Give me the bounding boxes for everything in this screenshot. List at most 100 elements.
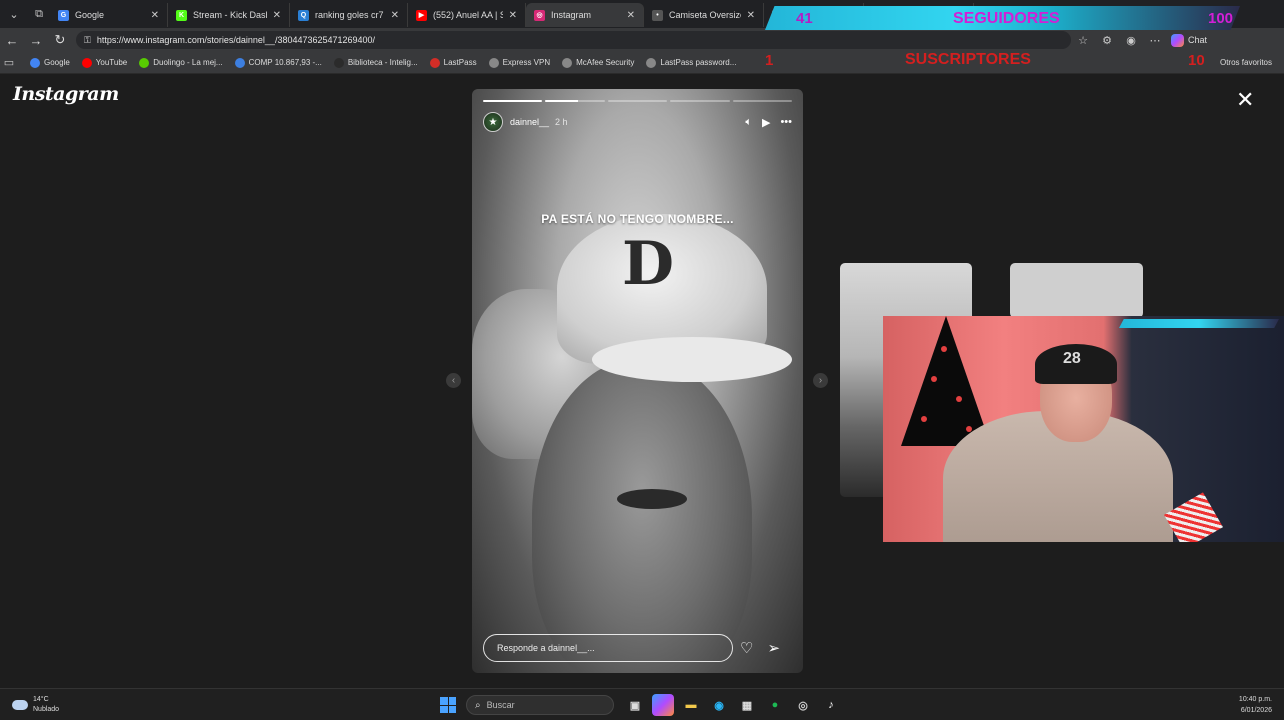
address-bar-row: ← → ↻ ⚿ https://www.instagram.com/storie… — [0, 28, 1284, 52]
url-field[interactable]: ⚿ https://www.instagram.com/stories/dain… — [76, 31, 1071, 49]
bookmark-label: Express VPN — [502, 58, 551, 67]
instagram-logo[interactable]: Instagram — [13, 83, 119, 105]
bookmark-item[interactable]: COMP 10.867,93 -... — [234, 57, 322, 68]
bing-search-icon: Q — [298, 9, 309, 21]
chat-label: Chat — [1188, 35, 1208, 45]
followers-goal: 100 — [1208, 10, 1234, 27]
site-info-icon[interactable]: ⚿ — [84, 35, 91, 46]
story-progress-segment — [732, 100, 793, 102]
bookmarks-bar: ▭ Google YouTube Duolingo - La mej... COMP … — [0, 52, 1284, 74]
task-view-icon[interactable]: ▣ — [624, 694, 646, 716]
christmas-tree — [901, 316, 991, 446]
system-clock[interactable]: 10:40 p.m. 6/01/2026 — [1239, 694, 1272, 716]
other-favorites[interactable]: Otros favoritos — [1220, 58, 1272, 67]
tab-close-icon[interactable]: ✕ — [747, 10, 755, 21]
previous-story-arrow[interactable]: ‹ — [446, 373, 461, 388]
bookmark-item[interactable]: LastPass password... — [646, 57, 737, 68]
bookmark-item[interactable]: Google — [30, 57, 70, 68]
forward-button[interactable]: → — [24, 33, 48, 48]
bookmark-label: LastPass password... — [660, 58, 737, 67]
tab-close-icon[interactable]: ✕ — [391, 10, 399, 21]
search-icon: ⌕ — [475, 699, 481, 711]
bookmark-favicon-icon — [488, 57, 499, 68]
tab-actions-button[interactable]: ⌄ — [3, 3, 25, 25]
bookmark-item[interactable]: McAfee Security — [562, 57, 635, 68]
story-progress-bar — [483, 100, 793, 102]
copilot-icon — [1171, 33, 1184, 47]
tab-bing-search[interactable]: Qranking goles cr7 - Bús ✕ — [290, 3, 408, 27]
subscribers-label: SUSCRIPTORES — [905, 51, 1031, 68]
more-options-icon[interactable]: ••• — [780, 116, 792, 129]
tab-label: Instagram — [551, 10, 592, 20]
kick-icon: K — [176, 9, 187, 21]
bookmark-favicon-icon — [81, 57, 92, 68]
start-button[interactable] — [440, 697, 456, 713]
tab-shop[interactable]: • Camiseta Oversize Silen ✕ — [644, 3, 764, 27]
reload-button[interactable]: ↻ — [48, 32, 72, 48]
tab-close-icon[interactable]: ✕ — [151, 10, 159, 21]
shop-icon: • — [652, 9, 663, 21]
reply-input[interactable]: Responde a dainnel__... — [483, 634, 733, 662]
tab-youtube[interactable]: ▶ (552) Anuel AA | STREE ✕ — [408, 3, 526, 27]
bookmark-favicon-icon — [562, 57, 573, 68]
taskbar-search[interactable]: ⌕ Buscar — [466, 695, 614, 715]
followers-count: 41 — [796, 10, 813, 27]
next-story-arrow[interactable]: › — [813, 373, 828, 388]
chrome-icon[interactable]: ◎ — [792, 694, 814, 716]
instagram-icon: ◎ — [534, 9, 545, 21]
workspaces-icon[interactable]: ⧉ — [28, 3, 50, 25]
tab-label: ranking goles cr7 - Bús — [315, 10, 385, 20]
avatar[interactable]: ★ — [483, 112, 503, 132]
extensions-icon[interactable]: ⚙ — [1095, 34, 1119, 47]
next-story-preview-2[interactable] — [1010, 263, 1143, 318]
tiktok-icon[interactable]: ♪ — [820, 694, 842, 716]
tab-instagram[interactable]: ◎ Instagram ✕ — [526, 3, 644, 27]
copilot-chat-button[interactable]: Chat — [1171, 33, 1208, 47]
desktop: ⌄ ⧉ GGoogle✕KStream - Kick Dashboa✕Qrank… — [0, 0, 1284, 720]
tab-kick[interactable]: K Stream - Kick Dashboa ✕ — [168, 3, 290, 27]
store-icon[interactable]: ▦ — [736, 694, 758, 716]
close-story-button[interactable]: ✕ — [1236, 89, 1254, 111]
story-header: ★ dainnel__ 2 h 🔈︎ ▶ ••• — [483, 111, 792, 133]
bookmark-label: Biblioteca - Intelig... — [347, 58, 418, 67]
google-icon: G — [58, 9, 69, 21]
edge-browser-icon[interactable]: ◉ — [708, 694, 730, 716]
play-icon[interactable]: ▶ — [762, 116, 770, 129]
mute-icon[interactable]: 🔈︎ — [745, 116, 752, 129]
bookmark-favicon-icon — [333, 57, 344, 68]
bookmark-item[interactable]: Express VPN — [488, 57, 551, 68]
bookmark-item[interactable]: Duolingo - La mej... — [139, 57, 223, 68]
tab-close-icon[interactable]: ✕ — [627, 10, 635, 21]
bookmark-item[interactable]: LastPass — [429, 57, 477, 68]
bookmark-label: YouTube — [95, 58, 128, 67]
story-caption: PA ESTÁ NO TENGO NOMBRE... — [541, 212, 734, 226]
clock-time: 10:40 p.m. — [1238, 696, 1272, 703]
favorites-icon[interactable]: ☆ — [1071, 34, 1095, 47]
story-card[interactable]: D ★ dainnel__ 2 h 🔈︎ ▶ ••• PA ESTÁ NO TE… — [472, 89, 803, 673]
bookmark-favicon-icon — [234, 57, 245, 68]
weather-widget[interactable]: 14°C Nublado — [12, 695, 59, 715]
bookmarks-menu-icon[interactable]: ▭ — [0, 56, 18, 69]
back-button[interactable]: ← — [0, 33, 24, 48]
story-progress-segment — [607, 100, 668, 102]
share-send-icon[interactable]: ➢ — [767, 639, 780, 657]
story-image-face — [532, 359, 752, 673]
spotify-icon[interactable]: ● — [764, 694, 786, 716]
bookmark-item[interactable]: Biblioteca - Intelig... — [333, 57, 418, 68]
tab-close-icon[interactable]: ✕ — [273, 10, 281, 21]
profile-icon[interactable]: ◉ — [1119, 34, 1143, 47]
like-heart-icon[interactable]: ♡ — [740, 639, 753, 657]
copilot-app-icon[interactable] — [652, 694, 674, 716]
story-username[interactable]: dainnel__ — [510, 117, 549, 127]
webcam-goal-bar — [1119, 319, 1279, 328]
bookmark-favicon-icon — [429, 57, 440, 68]
tab-close-icon[interactable]: ✕ — [509, 10, 517, 21]
more-menu-icon[interactable]: ⋯ — [1143, 34, 1167, 47]
bookmark-favicon-icon — [139, 57, 150, 68]
tab-label: (552) Anuel AA | STREE — [433, 10, 503, 20]
file-explorer-icon[interactable]: ▬ — [680, 694, 702, 716]
bookmark-item[interactable]: YouTube — [81, 57, 128, 68]
tab-google[interactable]: G Google ✕ — [50, 3, 168, 27]
story-progress-segment — [483, 100, 543, 102]
bookmark-label: McAfee Security — [576, 58, 635, 67]
